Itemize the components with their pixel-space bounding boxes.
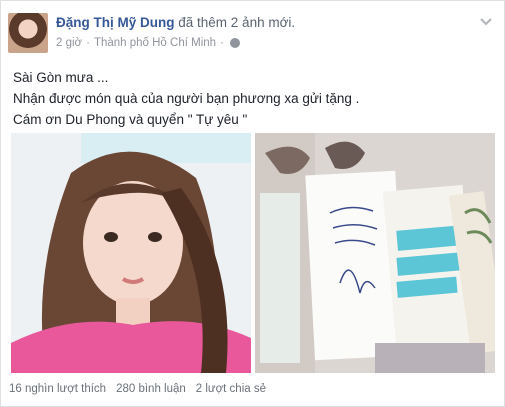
post-time-link[interactable]: 2 giờ <box>56 37 82 49</box>
profile-avatar[interactable] <box>8 13 48 53</box>
post-location-link[interactable]: Thành phố Hồ Chí Minh <box>94 37 216 49</box>
post-text-line: Nhận được món quà của người bạn phương x… <box>13 91 360 106</box>
globe-icon[interactable] <box>229 38 240 48</box>
chevron-down-icon[interactable] <box>479 15 493 29</box>
post-stats: 16 nghìn lượt thích 280 bình luận 2 lượt… <box>9 383 266 395</box>
post-action-text: đã thêm 2 ảnh mới. <box>178 15 296 30</box>
post-body: Sài Gòn mưa ... Nhận được món quà của ng… <box>13 67 359 130</box>
likes-count[interactable]: 16 nghìn lượt thích <box>9 383 106 395</box>
post-header: Đặng Thị Mỹ Dung đã thêm 2 ảnh mới. <box>56 15 295 30</box>
post-meta: 2 giờ · Thành phố Hồ Chí Minh · <box>56 37 240 49</box>
post-card: Đặng Thị Mỹ Dung đã thêm 2 ảnh mới. 2 gi… <box>0 0 505 407</box>
comments-count[interactable]: 280 bình luận <box>116 383 186 395</box>
meta-separator: · <box>86 37 90 49</box>
post-photo-selfie[interactable] <box>11 133 251 373</box>
meta-separator-2: · <box>220 37 224 49</box>
post-text-line: Sài Gòn mưa ... <box>13 70 109 85</box>
post-text-line: Cám ơn Du Phong và quyển " Tự yêu " <box>13 112 248 127</box>
post-photo-books[interactable] <box>255 133 495 373</box>
author-name-link[interactable]: Đặng Thị Mỹ Dung <box>56 15 175 30</box>
shares-count[interactable]: 2 lượt chia sẻ <box>196 383 266 395</box>
